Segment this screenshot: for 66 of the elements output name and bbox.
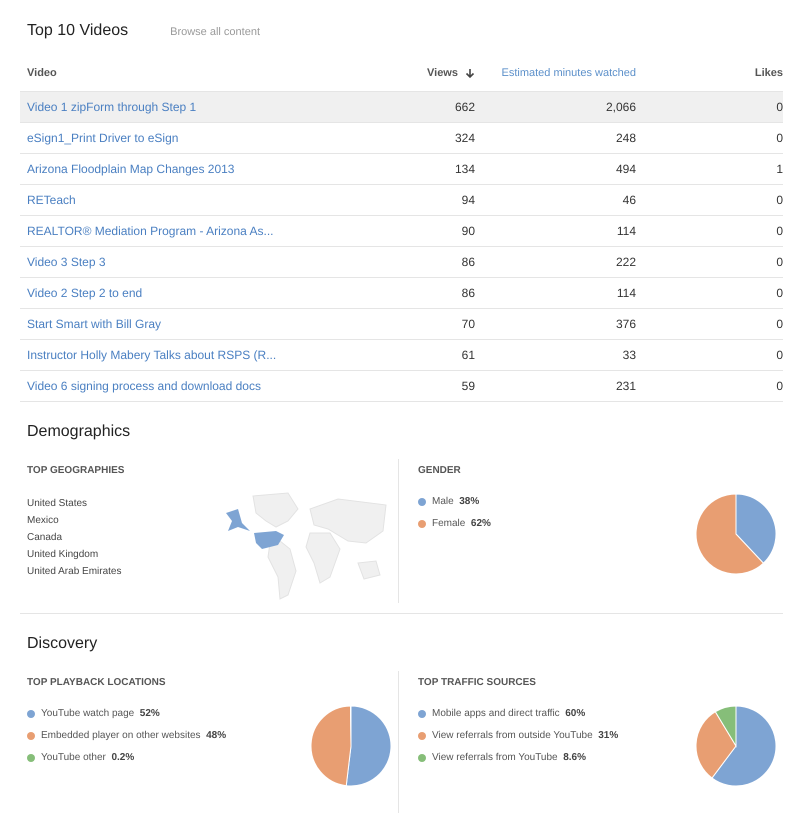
- table-cell: 61: [462, 348, 475, 362]
- column-header[interactable]: Estimated minutes watched: [501, 67, 636, 79]
- table-cell: 59: [462, 379, 475, 393]
- legend-label: Female 62%: [432, 518, 491, 529]
- video-link[interactable]: REALTOR® Mediation Program - Arizona As...: [27, 224, 274, 238]
- video-link[interactable]: Video 1 zipForm through Step 1: [27, 100, 196, 114]
- video-link[interactable]: Video 2 Step 2 to end: [27, 286, 142, 300]
- country-label: United States: [27, 498, 88, 509]
- table-cell: 231: [616, 379, 636, 393]
- panel-title: TOP PLAYBACK LOCATIONS: [27, 677, 167, 688]
- country-label: United Kingdom: [27, 549, 100, 560]
- table-cell: 494: [616, 162, 636, 176]
- video-link[interactable]: Video 3 Step 3: [27, 255, 106, 269]
- table-cell: 0: [776, 193, 783, 207]
- country-label: Canada: [27, 532, 64, 543]
- panel-title: TOP TRAFFIC SOURCES: [418, 677, 537, 688]
- table-cell: 662: [454, 100, 475, 114]
- table-cell: 0: [776, 317, 783, 331]
- table-cell: 0: [776, 255, 783, 269]
- table-cell: 0: [776, 100, 783, 114]
- table-cell: 222: [616, 255, 636, 269]
- table-cell: 324: [454, 131, 475, 145]
- table-cell: 0: [776, 131, 783, 145]
- legend-label: View referrals from YouTube 8.6%: [432, 752, 586, 763]
- table-cell: 90: [462, 224, 475, 238]
- legend-label: Male 38%: [432, 496, 480, 507]
- table-cell: 94: [462, 193, 475, 207]
- legend-label: YouTube other 0.2%: [41, 752, 134, 763]
- table-cell: 114: [616, 224, 636, 238]
- table-cell: 0: [776, 348, 783, 362]
- column-header[interactable]: Video: [27, 67, 57, 79]
- table-cell: 134: [454, 162, 475, 176]
- table-cell: 114: [616, 286, 636, 300]
- section-title: Demographics: [26, 423, 132, 441]
- section-title: Top 10 Videos: [27, 22, 128, 40]
- video-link[interactable]: Start Smart with Bill Gray: [27, 317, 162, 331]
- table-cell: 86: [462, 286, 475, 300]
- table-cell: 70: [462, 317, 475, 331]
- table-cell: 1: [776, 162, 783, 176]
- table-cell: 86: [462, 255, 475, 269]
- column-header[interactable]: Likes: [754, 67, 783, 79]
- legend-label: Embedded player on other websites 48%: [41, 730, 226, 741]
- browse-link[interactable]: Browse all content: [170, 26, 260, 38]
- video-link[interactable]: Arizona Floodplain Map Changes 2013: [27, 162, 234, 176]
- video-link[interactable]: Instructor Holly Mabery Talks about RSPS (R...: [27, 348, 276, 362]
- table-cell: 0: [776, 379, 783, 393]
- panel-title: GENDER: [418, 465, 462, 476]
- video-link[interactable]: Video 6 signing process and download docs: [27, 379, 261, 393]
- video-link[interactable]: RETeach: [27, 193, 76, 207]
- table-cell: 33: [622, 348, 636, 362]
- table-cell: 0: [776, 224, 783, 238]
- legend-label: YouTube watch page 52%: [41, 708, 160, 719]
- legend-label: Mobile apps and direct traffic 60%: [432, 708, 586, 719]
- table-cell: 0: [776, 286, 783, 300]
- panel-title: TOP GEOGRAPHIES: [27, 465, 126, 476]
- column-header[interactable]: Views: [427, 67, 475, 79]
- arrow-down-icon: [465, 68, 475, 78]
- legend-label: View referrals from outside YouTube 31%: [432, 730, 618, 741]
- country-label: Mexico: [27, 515, 60, 526]
- country-label: United Arab Emirates: [27, 566, 122, 577]
- section-title: Discovery: [26, 635, 98, 653]
- video-link[interactable]: eSign1_Print Driver to eSign: [27, 131, 178, 145]
- table-cell: 2,066: [606, 100, 636, 114]
- table-cell: 376: [616, 317, 636, 331]
- table-cell: 248: [616, 131, 636, 145]
- table-cell: 46: [622, 193, 636, 207]
